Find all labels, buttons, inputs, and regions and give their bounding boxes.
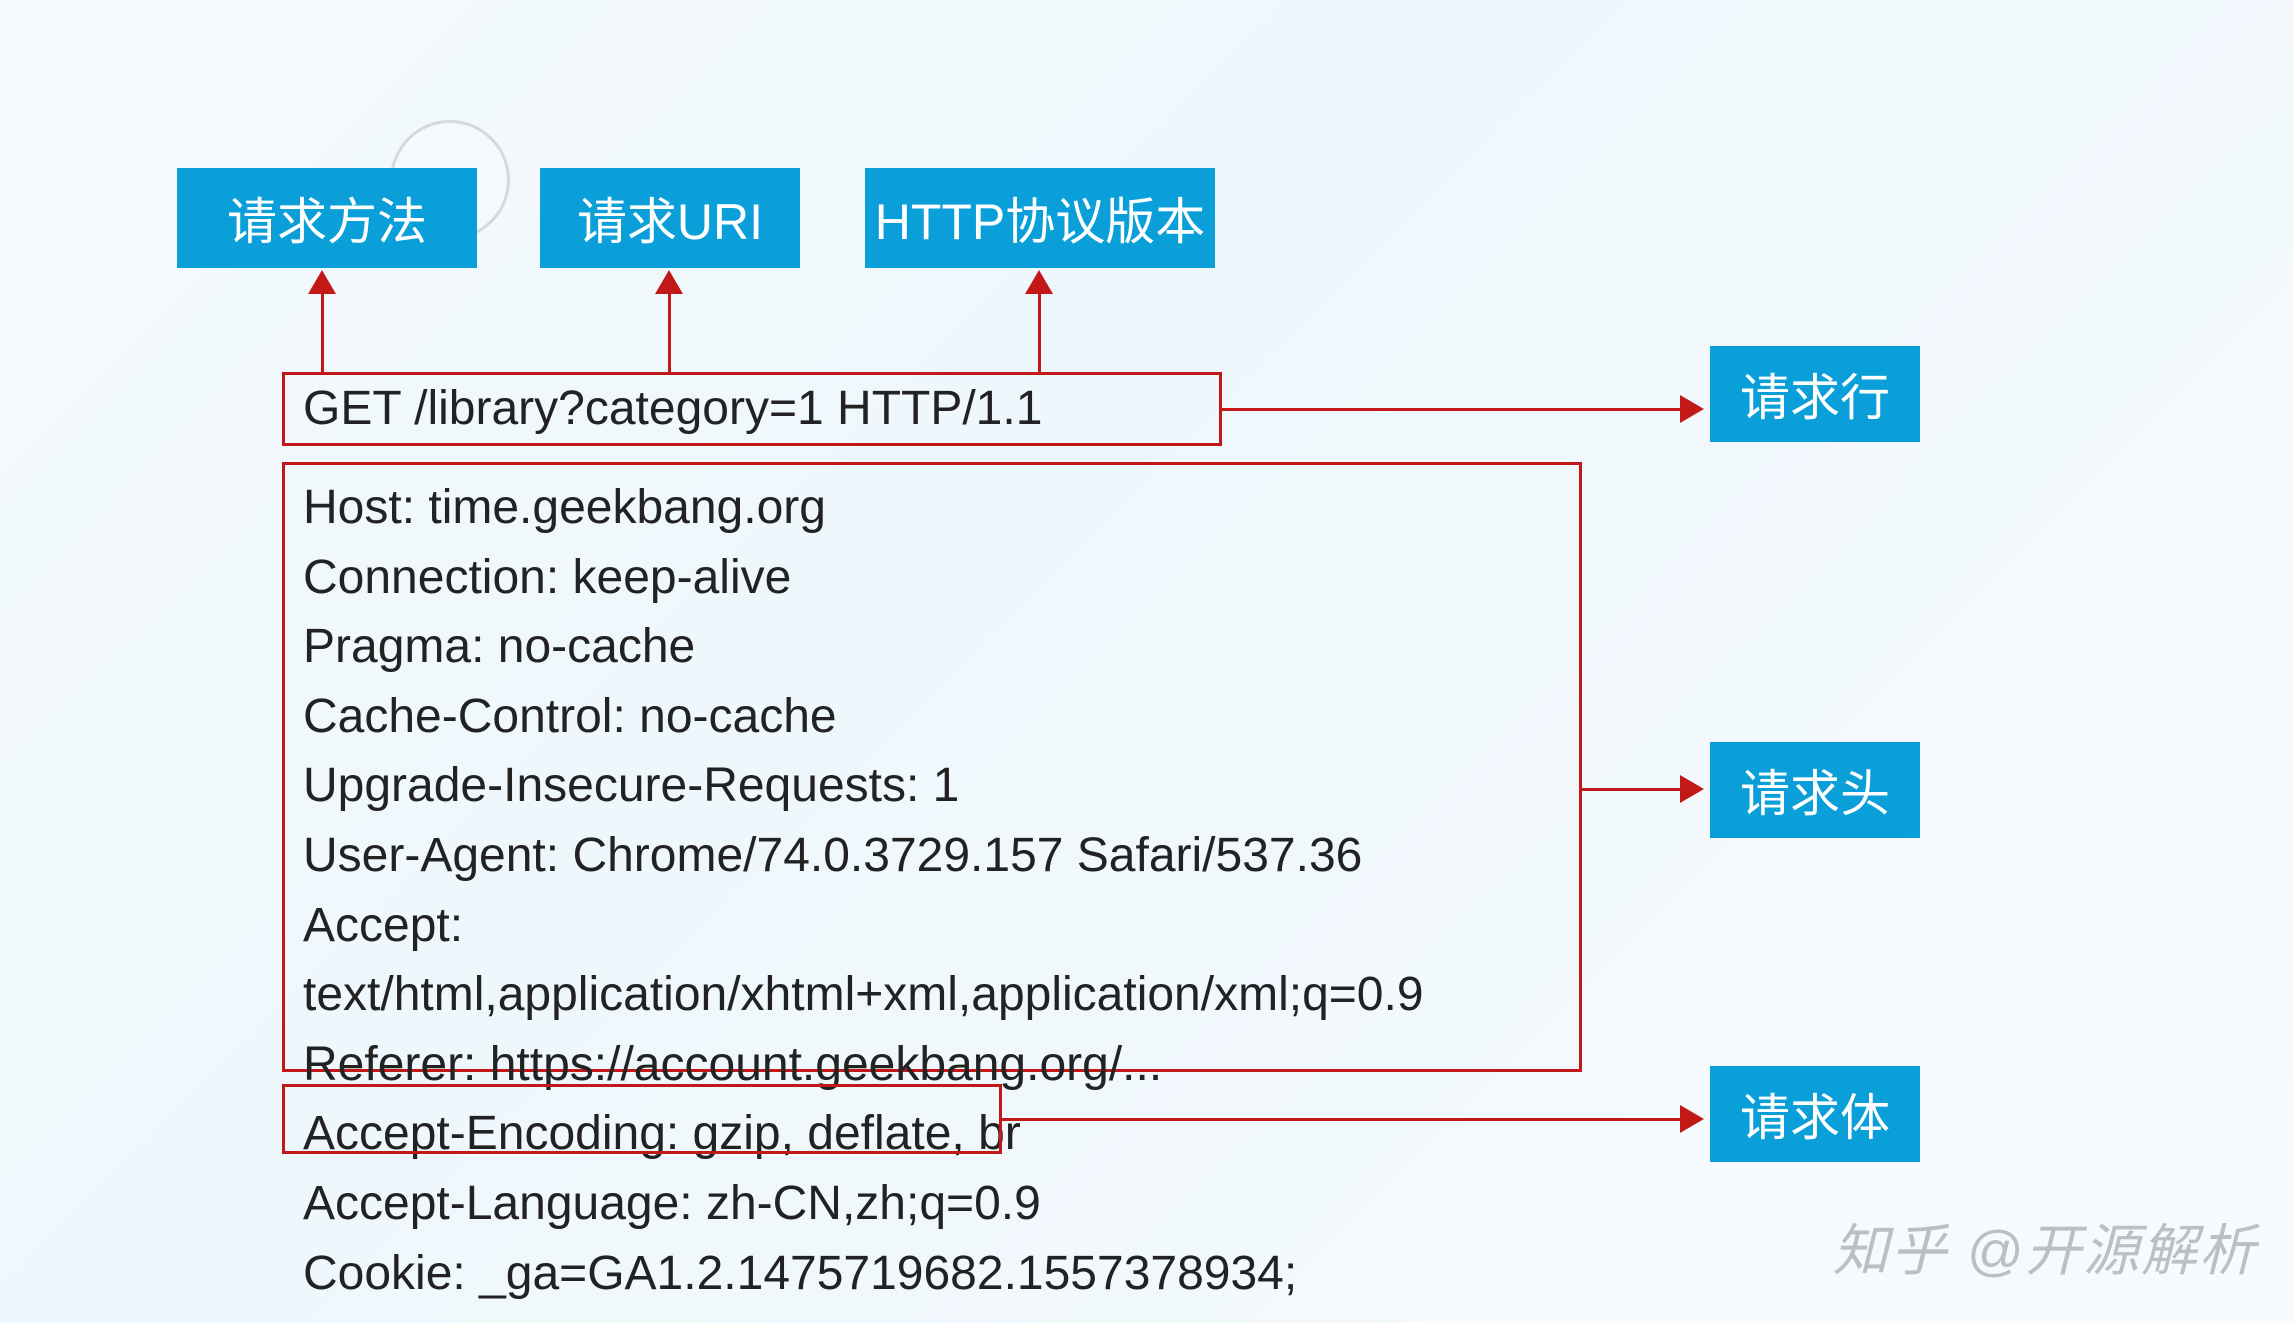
header-line: Cookie: _ga=GA1.2.1475719682.1557378934; [303,1239,1561,1309]
header-line: Accept: text/html,application/xhtml+xml,… [303,891,1561,1030]
diagram-canvas: 请求方法 请求URI HTTP协议版本 GET /library?categor… [0,0,2293,1323]
arrow-method-line [321,292,324,372]
arrow-request-headers-head [1680,775,1704,803]
label-request-body: 请求体 [1710,1066,1920,1162]
arrow-request-line-head [1680,395,1704,423]
label-request-uri: 请求URI [540,168,800,268]
box-request-body [282,1084,1002,1154]
box-request-headers: Host: time.geekbang.orgConnection: keep-… [282,462,1582,1072]
box-request-line: GET /library?category=1 HTTP/1.1 [282,372,1222,446]
header-line: Connection: keep-alive [303,543,1561,613]
header-line: Upgrade-Insecure-Requests: 1 [303,751,1561,821]
header-line: Cache-Control: no-cache [303,682,1561,752]
arrow-request-body-head [1680,1105,1704,1133]
header-line: Accept-Language: zh-CN,zh;q=0.9 [303,1169,1561,1239]
header-line: Host: time.geekbang.org [303,473,1561,543]
label-request-line: 请求行 [1710,346,1920,442]
arrow-request-headers [1582,788,1682,791]
label-http-version: HTTP协议版本 [865,168,1215,268]
watermark: 知乎 @开源解析 [1833,1206,2257,1287]
arrow-uri-line [668,292,671,372]
arrow-request-body [1002,1118,1682,1121]
arrow-version-head [1025,270,1053,294]
header-line: User-Agent: Chrome/74.0.3729.157 Safari/… [303,821,1561,891]
arrow-version-line [1038,292,1041,372]
label-request-method: 请求方法 [177,168,477,268]
arrow-method-head [308,270,336,294]
arrow-uri-head [655,270,683,294]
arrow-request-line [1222,408,1682,411]
label-request-headers: 请求头 [1710,742,1920,838]
request-line-text: GET /library?category=1 HTTP/1.1 [303,374,1042,444]
header-line: Pragma: no-cache [303,612,1561,682]
